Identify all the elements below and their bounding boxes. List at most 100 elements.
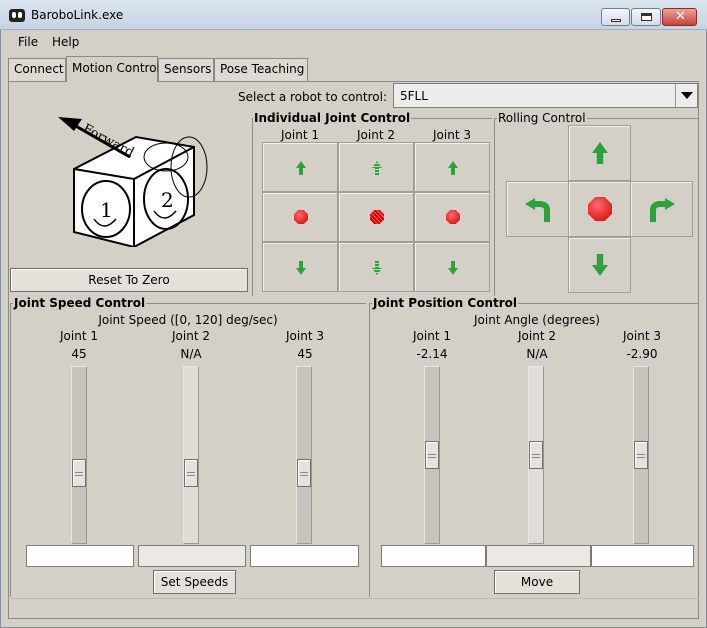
slider-handle xyxy=(184,459,198,487)
individual-header-joint1: Joint 1 xyxy=(281,128,319,142)
tab-connect[interactable]: Connect xyxy=(8,58,66,81)
position-joint1-input[interactable] xyxy=(381,545,486,567)
close-button[interactable]: ✕ xyxy=(662,8,697,26)
joint-speed-subtitle: Joint Speed ([0, 120] deg/sec) xyxy=(98,313,278,327)
rolling-control-title: Rolling Control xyxy=(497,111,587,125)
select-robot-label: Select a robot to control: xyxy=(238,90,387,104)
position-joint1-label: Joint 1 xyxy=(413,329,451,343)
menu-help[interactable]: Help xyxy=(52,35,79,49)
app-icon xyxy=(9,9,25,22)
stop-icon xyxy=(446,210,460,224)
status-bar xyxy=(8,598,699,618)
tab-pose-teaching[interactable]: Pose Teaching xyxy=(214,58,308,81)
menu-bar: File Help xyxy=(8,31,698,53)
minimize-button[interactable] xyxy=(601,8,630,26)
robot-diagram: Forward 1 2 xyxy=(58,117,208,247)
robot-select-value: 5FLL xyxy=(400,89,428,103)
arrow-up-icon xyxy=(592,142,608,164)
stop-icon xyxy=(370,210,384,224)
arrow-down-icon xyxy=(296,261,306,275)
slider-handle[interactable] xyxy=(425,441,439,469)
stop-icon xyxy=(588,197,612,221)
speed-joint2-entry xyxy=(139,546,245,566)
tab-motion-control[interactable]: Motion Control xyxy=(66,56,160,82)
speed-joint1-input[interactable] xyxy=(26,545,134,567)
position-joint3-value: -2.90 xyxy=(626,347,658,361)
close-icon: ✕ xyxy=(675,9,686,24)
slider-handle[interactable] xyxy=(72,459,86,487)
arrow-down-icon xyxy=(592,254,608,276)
menu-file-label: File xyxy=(18,35,39,49)
speed-joint3-value: 45 xyxy=(297,347,313,361)
joint2-stop-button xyxy=(338,192,414,242)
individual-joint-title: Individual Joint Control xyxy=(253,111,412,125)
slider-handle[interactable] xyxy=(634,441,648,469)
dropdown-button[interactable] xyxy=(675,84,697,107)
speed-joint1-label: Joint 1 xyxy=(60,329,98,343)
joint3-backward-button[interactable] xyxy=(414,242,490,292)
individual-header-joint2: Joint 2 xyxy=(357,128,395,142)
speed-joint2-label: Joint 2 xyxy=(172,329,210,343)
position-joint1-value: -2.14 xyxy=(416,347,448,361)
menu-file[interactable]: File xyxy=(18,35,38,49)
menu-help-label: Help xyxy=(52,35,80,49)
position-joint2-label: Joint 2 xyxy=(518,329,556,343)
arrow-down-icon xyxy=(448,261,458,275)
joint-position-subtitle: Joint Angle (degrees) xyxy=(474,313,600,327)
slider-handle[interactable] xyxy=(297,459,311,487)
turn-right-icon xyxy=(650,198,675,222)
joint-position-title: Joint Position Control xyxy=(372,296,518,310)
speed-joint1-value: 45 xyxy=(71,347,87,361)
robot-select[interactable]: 5FLL xyxy=(393,83,698,108)
move-button[interactable]: Move xyxy=(494,570,580,594)
maximize-icon xyxy=(641,13,652,21)
position-joint3-entry[interactable] xyxy=(592,546,693,566)
speed-joint3-entry[interactable] xyxy=(251,546,358,566)
joint1-backward-button[interactable] xyxy=(262,242,338,292)
roll-backward-button[interactable] xyxy=(568,237,631,293)
joint3-forward-button[interactable] xyxy=(414,142,490,192)
chevron-down-icon xyxy=(681,92,693,99)
arrow-up-icon xyxy=(372,161,382,175)
joint1-forward-button[interactable] xyxy=(262,142,338,192)
speed-joint1-entry[interactable] xyxy=(27,546,133,566)
slider-handle xyxy=(529,441,543,469)
speed-joint1-slider[interactable] xyxy=(71,366,87,544)
turn-right-button[interactable] xyxy=(630,181,693,237)
position-joint3-input[interactable] xyxy=(591,545,694,567)
window-title: BaroboLink.exe xyxy=(31,8,124,22)
joint-speed-title: Joint Speed Control xyxy=(13,296,147,310)
roll-stop-button[interactable] xyxy=(568,181,631,237)
joint3-stop-button[interactable] xyxy=(414,192,490,242)
speed-joint3-label: Joint 3 xyxy=(286,329,324,343)
individual-header-joint3: Joint 3 xyxy=(433,128,471,142)
speed-joint2-input xyxy=(138,545,246,567)
roll-forward-button[interactable] xyxy=(568,125,631,181)
position-joint3-label: Joint 3 xyxy=(623,329,661,343)
joint1-marker: 1 xyxy=(100,198,113,222)
joint2-marker: 2 xyxy=(161,188,174,212)
arrow-down-icon xyxy=(372,261,382,275)
set-speeds-button[interactable]: Set Speeds xyxy=(153,570,236,594)
position-joint2-input xyxy=(486,545,591,567)
position-joint3-slider[interactable] xyxy=(633,366,649,544)
speed-joint3-slider[interactable] xyxy=(296,366,312,544)
arrow-up-icon xyxy=(296,161,306,175)
speed-joint2-value: N/A xyxy=(180,347,202,361)
position-joint1-slider[interactable] xyxy=(424,366,440,544)
position-joint2-entry xyxy=(487,546,590,566)
stop-icon xyxy=(294,210,308,224)
position-joint2-value: N/A xyxy=(526,347,548,361)
speed-joint2-slider xyxy=(183,366,199,544)
joint2-backward-button xyxy=(338,242,414,292)
turn-left-icon xyxy=(525,198,550,222)
speed-joint3-input[interactable] xyxy=(250,545,359,567)
joint1-stop-button[interactable] xyxy=(262,192,338,242)
position-joint1-entry[interactable] xyxy=(382,546,485,566)
tab-sensors[interactable]: Sensors xyxy=(158,58,214,81)
joint2-forward-button xyxy=(338,142,414,192)
minimize-icon xyxy=(611,19,621,22)
maximize-button[interactable] xyxy=(631,8,661,26)
reset-to-zero-button[interactable]: Reset To Zero xyxy=(10,268,248,292)
turn-left-button[interactable] xyxy=(506,181,569,237)
